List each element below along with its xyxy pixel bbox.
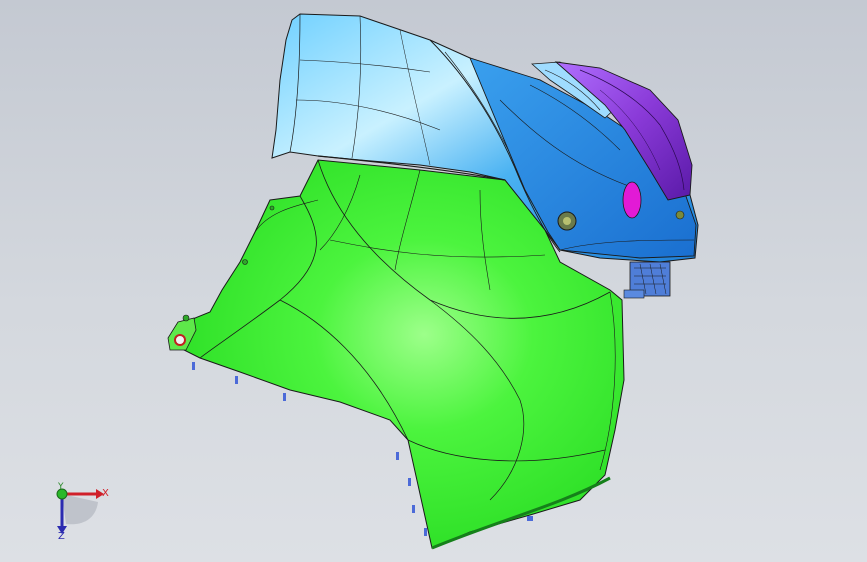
y-axis-label: Y (58, 482, 64, 492)
cad-3d-viewport[interactable]: X Y Z (0, 0, 867, 562)
lower-bracket[interactable] (623, 261, 671, 299)
triad-shadow (62, 494, 98, 525)
magenta-reflector[interactable] (622, 181, 642, 219)
coordinate-triad: X Y Z (40, 478, 120, 548)
x-axis-label: X (102, 488, 109, 499)
cad-model[interactable] (0, 0, 867, 562)
z-axis-label: Z (58, 531, 65, 542)
